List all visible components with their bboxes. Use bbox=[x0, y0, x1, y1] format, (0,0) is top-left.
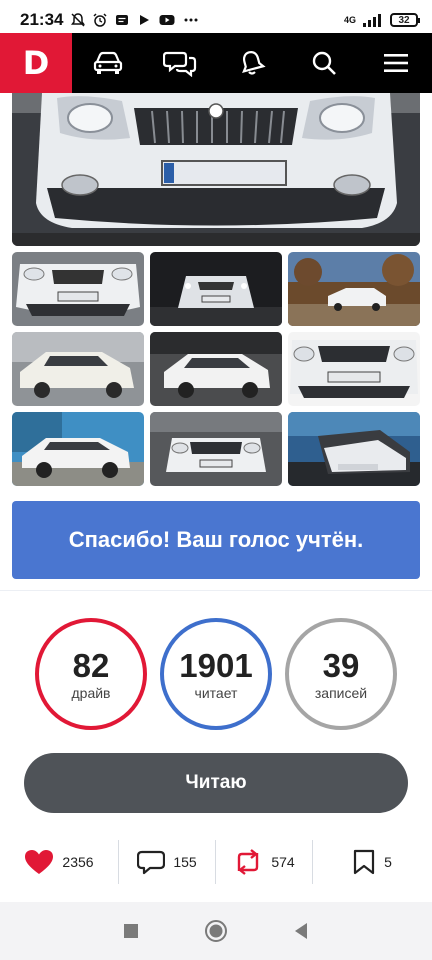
read-subscribe-button[interactable]: Читаю bbox=[24, 753, 408, 813]
battery-level: 32 bbox=[398, 14, 410, 26]
read-button-label: Читаю bbox=[185, 772, 247, 793]
chat-icon bbox=[163, 51, 197, 77]
menu-icon bbox=[384, 54, 408, 72]
gallery-photo[interactable] bbox=[12, 252, 144, 326]
photo-gallery bbox=[12, 252, 420, 486]
stat-readers[interactable]: 1901 читает bbox=[160, 618, 272, 730]
repost-icon bbox=[238, 849, 259, 875]
like-button[interactable]: 2356 bbox=[0, 839, 118, 885]
back-triangle-icon[interactable] bbox=[293, 922, 309, 940]
drive2-logo[interactable]: D bbox=[0, 33, 72, 93]
home-circle-icon[interactable] bbox=[204, 919, 228, 943]
gallery-photo[interactable] bbox=[288, 332, 420, 406]
main-menu-button[interactable] bbox=[360, 33, 432, 93]
stat-label: читает bbox=[194, 684, 238, 701]
car-front-photo bbox=[12, 93, 420, 246]
app-bar: D bbox=[0, 33, 432, 93]
recents-square-icon[interactable] bbox=[123, 923, 139, 939]
stat-value: 39 bbox=[322, 646, 360, 684]
more-icon bbox=[184, 18, 198, 22]
stat-posts[interactable]: 39 записей bbox=[285, 618, 397, 730]
gallery-photo[interactable] bbox=[150, 332, 282, 406]
stat-value: 1901 bbox=[179, 646, 253, 684]
system-nav-bar bbox=[0, 902, 432, 960]
repost-button[interactable]: 574 bbox=[216, 839, 312, 885]
message-icon bbox=[116, 15, 129, 25]
gallery-photo[interactable] bbox=[150, 252, 282, 326]
car-photo bbox=[12, 332, 144, 406]
heart-icon bbox=[25, 850, 54, 874]
gallery-photo[interactable] bbox=[288, 412, 420, 486]
search-button[interactable] bbox=[288, 33, 360, 93]
alarm-icon bbox=[93, 13, 108, 27]
gallery-photo[interactable] bbox=[12, 332, 144, 406]
car-photo bbox=[288, 332, 420, 406]
stat-label: драйв bbox=[71, 684, 111, 701]
status-system-icons: 4G 32 bbox=[343, 13, 420, 27]
like-count: 2356 bbox=[62, 854, 94, 870]
messages-button[interactable] bbox=[144, 33, 216, 93]
bookmark-count: 5 bbox=[384, 854, 392, 870]
car-photo bbox=[288, 412, 420, 486]
bookmark-icon bbox=[353, 849, 375, 875]
battery-icon: 32 bbox=[390, 13, 420, 27]
bookmark-button[interactable]: 5 bbox=[313, 839, 431, 885]
car-photo bbox=[12, 252, 144, 326]
car-photo bbox=[12, 412, 144, 486]
blog-stats-card: 82 драйв 1901 читает 39 записей Читаю 23… bbox=[0, 590, 432, 902]
play-icon bbox=[140, 15, 150, 25]
network-type: 4G bbox=[343, 14, 356, 25]
stat-value: 82 bbox=[72, 646, 110, 684]
hero-car-photo[interactable] bbox=[12, 93, 420, 246]
stats-row: 82 драйв 1901 читает 39 записей bbox=[35, 618, 397, 730]
youtube-icon bbox=[159, 15, 175, 25]
status-time: 21:34 bbox=[20, 10, 64, 29]
garage-car-button[interactable] bbox=[72, 33, 144, 93]
car-photo bbox=[150, 332, 282, 406]
gallery-photo[interactable] bbox=[12, 412, 144, 486]
status-notification-icons bbox=[71, 13, 199, 27]
gallery-photo[interactable] bbox=[288, 252, 420, 326]
search-icon bbox=[312, 51, 336, 75]
comment-count: 155 bbox=[173, 854, 197, 870]
car-photo bbox=[150, 252, 282, 326]
notifications-button[interactable] bbox=[216, 33, 288, 93]
bell-icon bbox=[242, 51, 266, 75]
vote-message: Спасибо! Ваш голос учтён. bbox=[68, 527, 364, 552]
repost-count: 574 bbox=[271, 854, 295, 870]
mute-icon bbox=[71, 13, 86, 27]
car-photo bbox=[150, 412, 282, 486]
gallery-photo[interactable] bbox=[150, 412, 282, 486]
vote-confirmation-banner: Спасибо! Ваш голос учтён. bbox=[12, 501, 420, 579]
signal-icon bbox=[363, 14, 381, 27]
comment-icon bbox=[137, 850, 166, 875]
stat-drive[interactable]: 82 драйв bbox=[35, 618, 147, 730]
car-photo bbox=[288, 252, 420, 326]
action-bar: 2356 155 574 5 bbox=[0, 839, 432, 885]
stat-label: записей bbox=[314, 684, 368, 701]
comment-button[interactable]: 155 bbox=[119, 839, 215, 885]
car-icon bbox=[93, 51, 123, 74]
